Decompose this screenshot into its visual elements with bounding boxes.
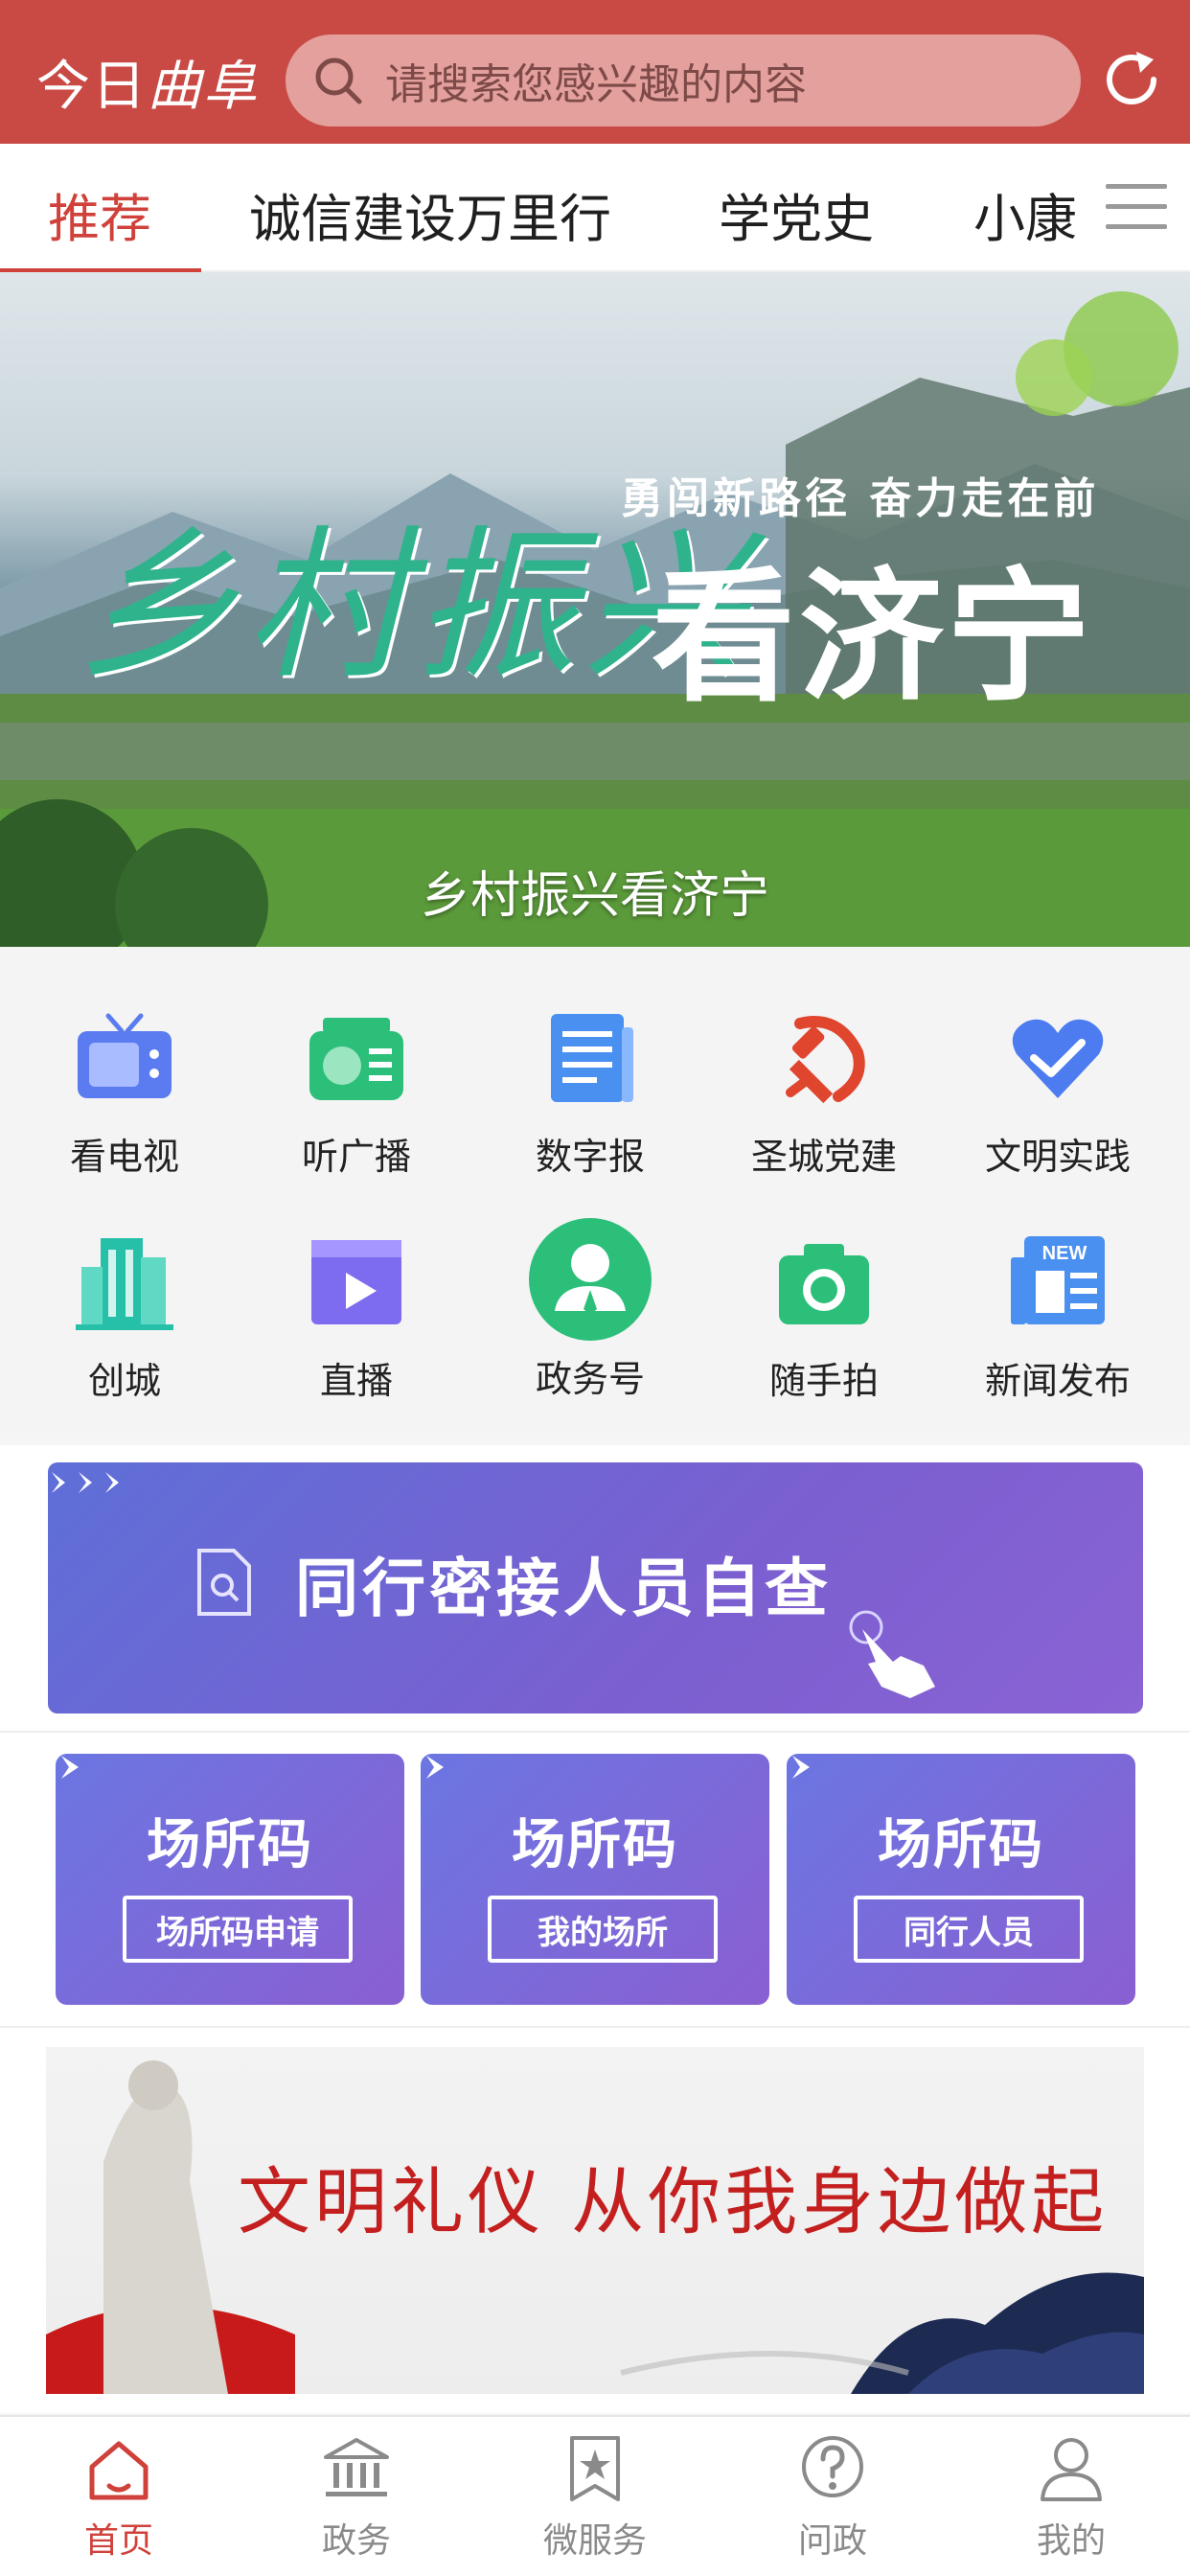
profile-icon [1041, 2438, 1102, 2501]
feature-grid: 看电视 听广播 数字报 圣城党建 文明实践 创城 直播 政务号 随手拍 NEW … [0, 947, 1190, 1432]
search-bar[interactable]: 请搜索您感兴趣的内容 [286, 34, 1081, 126]
nav-label: 政务 [321, 2521, 391, 2561]
venue-title: 场所码 [512, 1814, 678, 1876]
document-search-icon [197, 1549, 251, 1616]
my-venue-button[interactable]: 我的场所 [488, 1896, 718, 1963]
venue-title: 场所码 [878, 1814, 1044, 1876]
grid-label: 创城 [87, 1360, 161, 1402]
venue-title: 场所码 [147, 1814, 313, 1876]
news-release-icon: NEW [1011, 1236, 1105, 1324]
star-bookmark-icon [570, 2436, 620, 2501]
civility-slogan: 文明礼仪 从你我身边做起 [238, 2159, 1109, 2244]
venue-apply-button[interactable]: 场所码申请 [123, 1896, 353, 1963]
tab-integrity[interactable]: 诚信建设万里行 [249, 176, 611, 252]
tab-party-history[interactable]: 学党史 [719, 176, 874, 252]
venue-code-apply-card[interactable]: 场所码 场所码申请 [56, 1754, 404, 2005]
official-user-icon [529, 1218, 652, 1341]
grid-label: 听广播 [301, 1136, 411, 1178]
logo-script: 曲阜 [148, 56, 259, 118]
grid-label: 数字报 [535, 1136, 645, 1178]
grid-item-news-release[interactable]: NEW 新闻发布 [952, 1229, 1163, 1404]
civility-banner[interactable]: 文明礼仪 从你我身边做起 [46, 2047, 1144, 2394]
grid-label: 政务号 [535, 1358, 645, 1400]
pointing-hand-icon [849, 1610, 935, 1698]
divider [0, 2026, 1190, 2028]
grid-label: 新闻发布 [984, 1360, 1131, 1402]
grid-item-digital-paper[interactable]: 数字报 [485, 1004, 696, 1180]
tab-xiaokang[interactable]: 小康 [973, 176, 1077, 252]
hero-banner[interactable]: 勇闯新路径 奋力走在前 乡村振兴 看济宁 乡村振兴看济宁 [0, 272, 1190, 947]
banner-title-calligraphy: 乡村振兴 [77, 512, 752, 702]
banner-caption: 乡村振兴看济宁 [420, 867, 769, 925]
nav-label: 我的 [1036, 2521, 1106, 2561]
nav-profile[interactable]: 我的 [995, 2432, 1148, 2563]
app-logo: 今日曲阜 [36, 43, 259, 121]
search-placeholder: 请搜索您感兴趣的内容 [385, 60, 807, 109]
newspaper-icon [551, 1014, 633, 1102]
arrows-decoration-icon [52, 1472, 119, 1493]
government-icon [324, 2438, 389, 2496]
party-emblem-icon [786, 1016, 865, 1104]
live-video-icon [311, 1240, 401, 1324]
grid-item-party-building[interactable]: 圣城党建 [719, 1004, 929, 1180]
divider [0, 1731, 1190, 1733]
heart-hands-icon [1012, 1019, 1104, 1098]
question-icon [802, 2436, 863, 2497]
nav-micro-service[interactable]: 微服务 [518, 2432, 672, 2563]
home-icon [89, 2441, 149, 2500]
building-icon [76, 1238, 173, 1330]
app-header: 今日曲阜 请搜索您感兴趣的内容 [0, 0, 1190, 144]
venue-code-companions-card[interactable]: 场所码 同行人员 [787, 1754, 1135, 2005]
grid-label: 文明实践 [984, 1136, 1131, 1178]
tv-icon [78, 1013, 172, 1098]
nav-home[interactable]: 首页 [42, 2432, 195, 2563]
search-icon [315, 58, 362, 104]
grid-label: 看电视 [69, 1136, 179, 1178]
nav-inquiry[interactable]: 问政 [756, 2432, 909, 2563]
arrow-decoration-icon [792, 1756, 810, 1779]
companions-button[interactable]: 同行人员 [854, 1896, 1084, 1963]
grid-item-radio[interactable]: 听广播 [251, 1004, 462, 1180]
contact-self-check-banner[interactable]: 同行密接人员自查 [48, 1462, 1143, 1714]
nav-label: 首页 [83, 2521, 153, 2561]
radio-icon [309, 1018, 403, 1100]
grid-item-live[interactable]: 直播 [251, 1229, 462, 1404]
venue-code-my-venue-card[interactable]: 场所码 我的场所 [421, 1754, 769, 2005]
bottom-navigation: 首页 政务 微服务 问政 我的 [0, 2415, 1190, 2576]
grid-item-civilization[interactable]: 文明实践 [952, 1004, 1163, 1180]
grid-item-gov-account[interactable]: 政务号 [485, 1215, 696, 1402]
nav-label: 微服务 [542, 2521, 647, 2561]
grid-label: 圣城党建 [750, 1136, 897, 1178]
grid-label: 直播 [319, 1360, 393, 1402]
banner-title-bold: 看济宁 [652, 555, 1095, 722]
menu-icon[interactable] [1102, 178, 1171, 236]
refresh-icon[interactable] [1098, 46, 1165, 113]
nav-label: 问政 [797, 2521, 867, 2561]
tab-recommend[interactable]: 推荐 [48, 176, 151, 252]
logo-prefix: 今日 [36, 56, 148, 118]
grid-item-tv[interactable]: 看电视 [19, 1004, 230, 1180]
svg-text:NEW: NEW [1042, 1243, 1087, 1264]
self-check-label: 同行密接人员自查 [295, 1552, 832, 1625]
category-tabs: 推荐 诚信建设万里行 学党史 小康 [0, 144, 1190, 272]
nav-government[interactable]: 政务 [280, 2432, 433, 2563]
grid-label: 随手拍 [768, 1360, 879, 1402]
camera-icon [779, 1244, 869, 1324]
grid-item-snapshot[interactable]: 随手拍 [719, 1229, 929, 1404]
grid-item-city[interactable]: 创城 [19, 1229, 230, 1404]
arrow-decoration-icon [426, 1756, 444, 1779]
arrow-decoration-icon [61, 1756, 79, 1779]
